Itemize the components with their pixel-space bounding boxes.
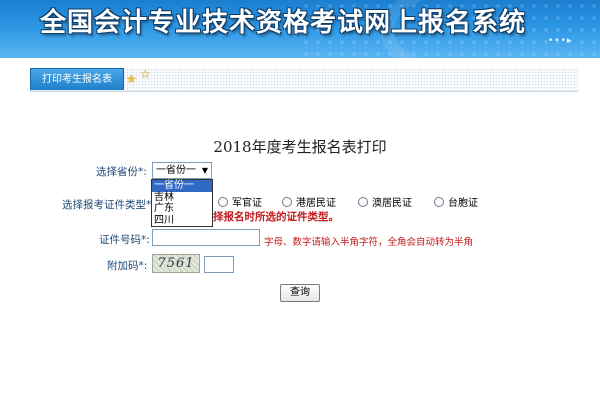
tab-bar: 打印考生报名表 ★ ☆ [30,67,578,92]
id-type-warning: 择报名时所选的证件类型。 [213,211,339,223]
radio-label: 军官证 [232,198,262,209]
radio-taiwan-permit[interactable]: 台胞证 [434,194,478,209]
radio-label: 台胞证 [448,198,478,209]
id-type-label: 选择报考证件类型*: [62,197,155,212]
province-label-text: 选择省份 [96,166,138,178]
captcha-image[interactable]: 7561 [152,254,200,273]
radio-circle[interactable] [434,196,444,207]
header-banner: 全国会计专业技术资格考试网上报名系统 •••▸ [0,0,600,58]
extra-code-label-text: 附加码 [107,260,139,272]
id-type-radio-group: 军官证 港居民证 澳居民证 台胞证 [214,194,494,209]
id-number-hint: 字母、数字请输入半角字符，全角会自动转为半角 [264,237,474,248]
radio-officer-id[interactable]: 军官证 [218,194,262,209]
query-button[interactable]: 查询 [280,284,320,302]
id-number-label-text: 证件号码 [99,234,141,246]
tab-print-registration[interactable]: 打印考生报名表 [30,68,124,90]
required-mark: *: [138,166,147,178]
star-icon: ★ [126,72,137,86]
province-label: 选择省份*: [96,164,147,179]
province-select[interactable]: 一省份一 ▼ [152,162,212,179]
system-title: 全国会计专业技术资格考试网上报名系统 [40,8,527,38]
province-option[interactable]: 广东 [152,203,212,215]
required-mark: *: [138,260,148,272]
radio-hk-resident[interactable]: 港居民证 [282,194,336,209]
radio-circle[interactable] [358,196,368,207]
id-number-label: 证件号码*: [99,232,150,247]
extra-code-label: 附加码*: [107,258,147,273]
radio-macau-resident[interactable]: 澳居民证 [358,194,412,209]
radio-circle[interactable] [282,196,292,207]
province-option[interactable]: 吉林 [152,192,212,204]
star-icon: ☆ [140,67,151,81]
banner-dots-decor: •••▸ [548,36,573,46]
radio-label: 港居民证 [296,198,336,209]
province-selected-value: 一省份一 [156,165,196,176]
id-number-input[interactable] [152,229,260,246]
page-title: 2018年度考生报名表打印 [213,138,387,156]
radio-circle[interactable] [218,196,228,207]
province-option[interactable]: 一省份一 [152,180,212,192]
id-type-label-text: 选择报考证件类型 [62,199,146,211]
required-mark: *: [141,234,150,246]
radio-label: 澳居民证 [372,198,412,209]
province-dropdown-list: 一省份一 吉林 广东 四川 [151,179,213,227]
extra-code-input[interactable] [204,256,234,273]
province-option[interactable]: 四川 [152,215,212,227]
chevron-down-icon: ▼ [201,166,208,175]
